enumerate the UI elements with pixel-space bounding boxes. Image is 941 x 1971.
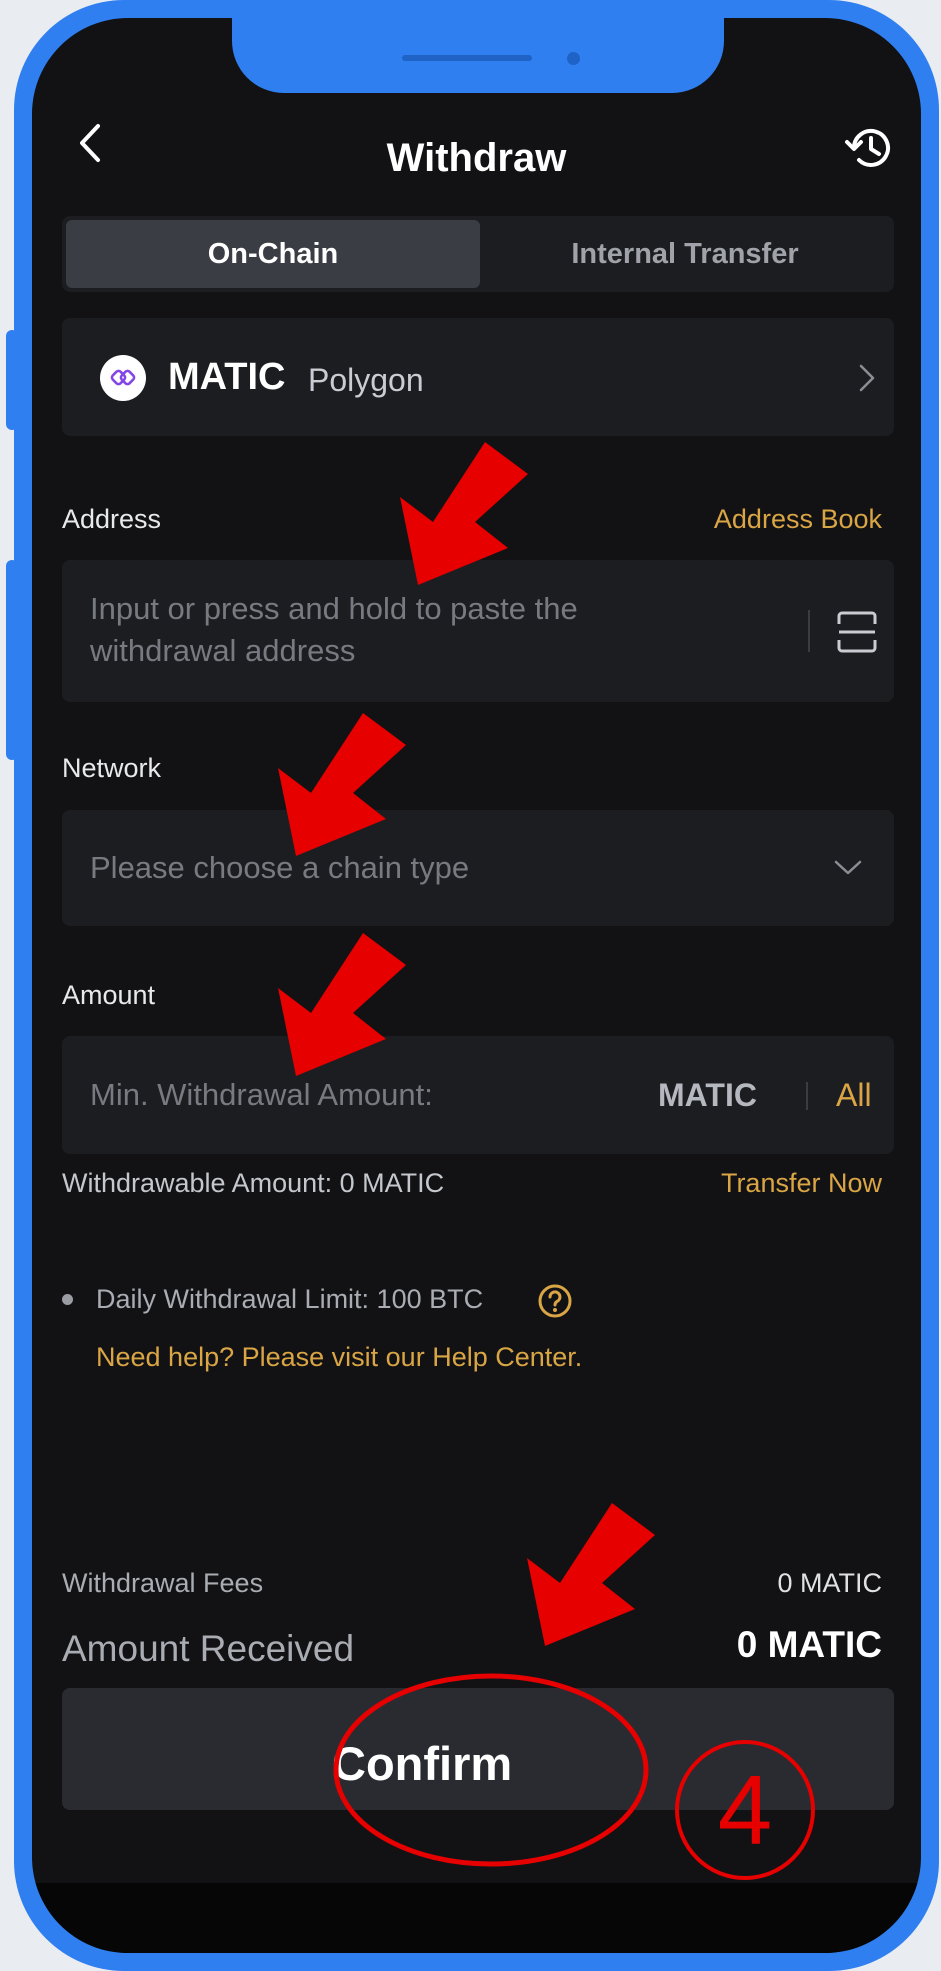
amount-input[interactable]: Min. Withdrawal Amount: MATIC All: [62, 1036, 894, 1154]
confirm-label[interactable]: Confirm: [332, 1736, 512, 1791]
app-screen: Withdraw On-Chain Internal Transfer MATI…: [32, 18, 921, 1953]
amount-received-label: Amount Received: [62, 1628, 355, 1669]
help-center-link[interactable]: Need help? Please visit our Help Center.: [96, 1342, 582, 1373]
speaker-grille: [402, 55, 532, 61]
coin-network-name: Polygon: [308, 362, 424, 398]
transfer-now-link[interactable]: Transfer Now: [721, 1168, 882, 1199]
phone-side-button: [6, 560, 18, 760]
address-label: Address: [62, 504, 162, 534]
withdrawal-fees-value: 0 MATIC: [777, 1568, 882, 1598]
scan-icon[interactable]: [836, 610, 878, 654]
chevron-down-icon: [834, 860, 862, 875]
history-icon[interactable]: [842, 120, 898, 176]
address-input[interactable]: Input or press and hold to paste the wit…: [62, 560, 894, 702]
amount-label: Amount: [62, 980, 156, 1010]
front-camera: [567, 52, 580, 65]
all-button[interactable]: All: [836, 1074, 872, 1116]
phone-notch: [232, 18, 724, 93]
amount-placeholder: Min. Withdrawal Amount:: [90, 1077, 433, 1112]
withdrawable-amount: Withdrawable Amount: 0 MATIC: [62, 1168, 445, 1198]
network-label: Network: [62, 753, 162, 783]
input-divider: [808, 610, 810, 652]
coin-symbol: MATIC: [168, 356, 286, 398]
tab-on-chain[interactable]: On-Chain: [66, 220, 480, 288]
amount-unit: MATIC: [658, 1077, 757, 1113]
question-circle-icon[interactable]: [537, 1283, 573, 1319]
transfer-type-tabs: On-Chain Internal Transfer: [62, 216, 894, 292]
tab-internal-transfer[interactable]: Internal Transfer: [480, 220, 890, 288]
amount-received-value: 0 MATIC: [736, 1624, 882, 1665]
annotation-step-number: 4: [717, 1755, 773, 1865]
address-book-link[interactable]: Address Book: [714, 504, 882, 535]
chevron-right-icon: [859, 364, 875, 392]
daily-limit-text: Daily Withdrawal Limit: 100 BTC: [96, 1284, 484, 1314]
network-placeholder: Please choose a chain type: [90, 850, 470, 885]
address-placeholder-line1: Input or press and hold to paste the: [90, 591, 578, 626]
bottom-bezel: [32, 1883, 921, 1953]
input-divider: [806, 1082, 808, 1110]
polygon-coin-icon: [100, 355, 146, 401]
page-title: Withdraw: [386, 136, 567, 180]
bullet: [62, 1294, 73, 1305]
address-placeholder-line2: withdrawal address: [90, 633, 356, 668]
network-select[interactable]: Please choose a chain type: [62, 810, 894, 926]
coin-selector[interactable]: MATIC Polygon: [62, 318, 894, 436]
withdrawal-fees-label: Withdrawal Fees: [62, 1568, 264, 1598]
phone-side-button: [6, 330, 18, 430]
